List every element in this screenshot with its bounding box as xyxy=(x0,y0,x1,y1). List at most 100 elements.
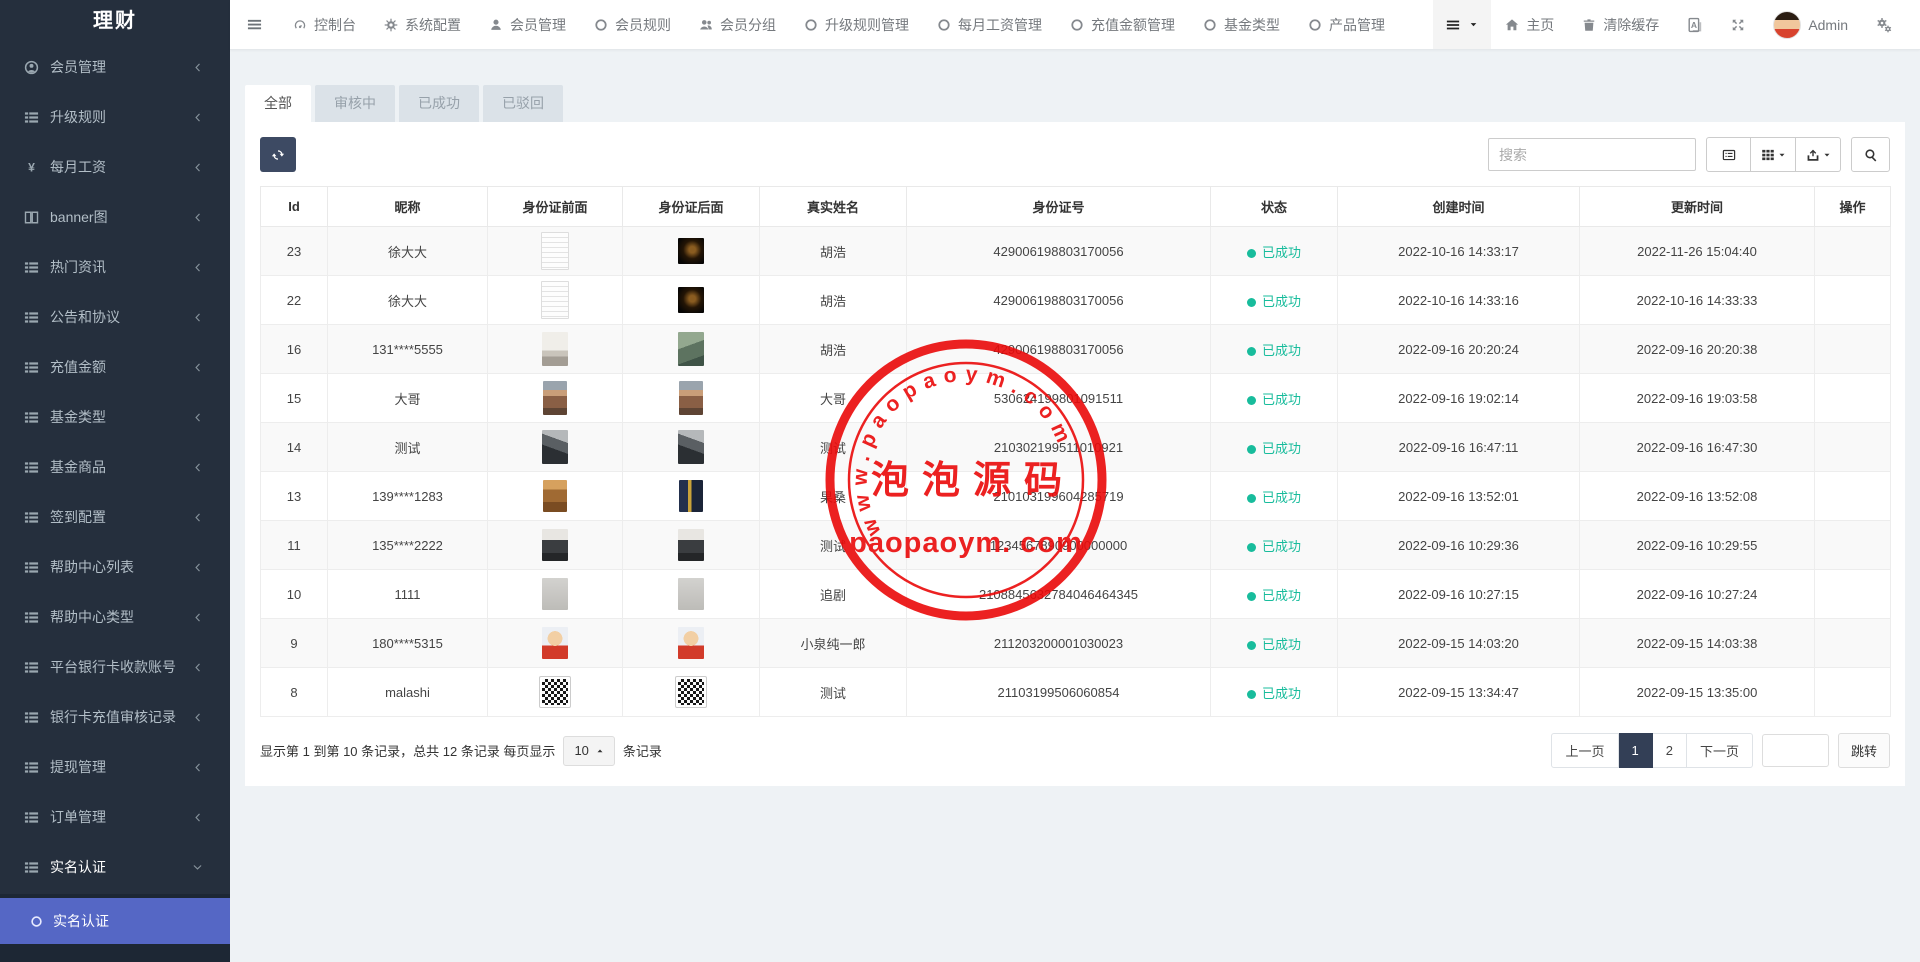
sidebar-item[interactable]: 热门资讯 xyxy=(0,242,230,292)
status-badge: 已成功 xyxy=(1247,392,1301,407)
id-card-back-image[interactable] xyxy=(676,677,706,707)
language-button[interactable] xyxy=(1673,0,1717,49)
prev-page-button[interactable]: 上一页 xyxy=(1551,733,1618,768)
id-card-front-image[interactable] xyxy=(543,381,567,415)
cell-id-card-front xyxy=(488,374,623,423)
id-card-front-image[interactable] xyxy=(543,480,567,512)
cell-id: 9 xyxy=(261,619,328,668)
status-badge: 已成功 xyxy=(1247,490,1301,505)
navbar-menu-item[interactable]: 升级规则管理 xyxy=(790,0,923,49)
sidebar-subitem-active[interactable]: 实名认证 xyxy=(0,898,230,944)
sidebar-item[interactable]: 实名认证 xyxy=(0,842,230,892)
sidebar-item[interactable]: 签到配置 xyxy=(0,492,230,542)
status-dot-icon xyxy=(1247,690,1256,699)
angle-left-icon xyxy=(192,562,203,573)
tab-item[interactable]: 已驳回 xyxy=(483,85,563,122)
id-card-back-image[interactable] xyxy=(678,430,704,464)
language-icon xyxy=(1687,17,1703,33)
id-card-back-image[interactable] xyxy=(678,529,704,561)
page-size-select[interactable]: 10 xyxy=(563,736,614,766)
sidebar-item[interactable]: 银行卡充值审核记录 xyxy=(0,692,230,742)
id-card-back-image[interactable] xyxy=(678,238,704,264)
column-header: 身份证前面 xyxy=(488,187,623,227)
sidebar-item[interactable]: banner图 xyxy=(0,192,230,242)
id-card-front-image[interactable] xyxy=(542,627,568,659)
tab-item[interactable]: 审核中 xyxy=(315,85,395,122)
navbar-menu-item[interactable]: 会员分组 xyxy=(685,0,790,49)
id-card-front-image[interactable] xyxy=(542,332,568,366)
detail-view-button[interactable] xyxy=(1706,137,1751,172)
search-button[interactable] xyxy=(1851,137,1890,172)
sidebar-item[interactable]: 公告和协议 xyxy=(0,292,230,342)
sidebar-item[interactable]: 订单管理 xyxy=(0,792,230,842)
navbar-menu-item[interactable]: 每月工资管理 xyxy=(923,0,1056,49)
export-button[interactable] xyxy=(1796,137,1841,172)
id-card-back-image[interactable] xyxy=(679,381,703,415)
cell-created-at: 2022-09-15 13:34:47 xyxy=(1338,668,1580,717)
clear-cache-button[interactable]: 清除缓存 xyxy=(1568,0,1673,49)
cell-nickname: 1111 xyxy=(328,570,488,619)
columns-toggle-button[interactable] xyxy=(1751,137,1796,172)
circle-icon xyxy=(1203,18,1217,32)
sidebar-item[interactable]: 基金类型 xyxy=(0,392,230,442)
navbar-menu-item[interactable]: 会员管理 xyxy=(475,0,580,49)
sidebar-item[interactable]: 每月工资 xyxy=(0,142,230,192)
id-card-back-image[interactable] xyxy=(678,287,704,313)
cell-nickname: 测试 xyxy=(328,423,488,472)
settings-button[interactable] xyxy=(1862,0,1906,49)
id-card-front-image[interactable] xyxy=(542,529,568,561)
tab-item[interactable]: 已成功 xyxy=(399,85,479,122)
search-input[interactable] xyxy=(1488,138,1696,171)
navbar-menu-label: 升级规则管理 xyxy=(825,15,909,35)
id-card-front-image[interactable] xyxy=(542,430,568,464)
sidebar-item-label: 提现管理 xyxy=(50,757,106,777)
user-menu[interactable]: Admin xyxy=(1759,0,1862,49)
cell-created-at: 2022-09-15 14:03:20 xyxy=(1338,619,1580,668)
export-icon xyxy=(1806,148,1820,162)
sidebar-item[interactable]: 平台银行卡收款账号 xyxy=(0,642,230,692)
cell-id: 11 xyxy=(261,521,328,570)
cell-real-name: 追剧 xyxy=(760,570,907,619)
navbar-menu-item[interactable]: 产品管理 xyxy=(1294,0,1399,49)
id-card-front-image[interactable] xyxy=(541,281,569,319)
status-dot-icon xyxy=(1247,494,1256,503)
id-card-front-image[interactable] xyxy=(542,578,568,610)
page-button[interactable]: 1 xyxy=(1619,733,1653,768)
id-card-back-image[interactable] xyxy=(679,480,703,512)
navbar-menu-item[interactable]: 会员规则 xyxy=(580,0,685,49)
navbar-menu-label: 会员管理 xyxy=(510,15,566,35)
home-link[interactable]: 主页 xyxy=(1491,0,1568,49)
id-card-back-image[interactable] xyxy=(678,332,704,366)
navbar-menu-item[interactable]: 控制台 xyxy=(279,0,370,49)
sidebar-item[interactable]: 充值金额 xyxy=(0,342,230,392)
th-list-icon xyxy=(24,810,39,825)
jump-button[interactable]: 跳转 xyxy=(1838,733,1890,768)
id-card-front-image[interactable] xyxy=(541,232,569,270)
id-card-back-image[interactable] xyxy=(678,627,704,659)
cell-created-at: 2022-09-16 20:20:24 xyxy=(1338,325,1580,374)
navbar-menu-item[interactable]: 系统配置 xyxy=(370,0,475,49)
cell-created-at: 2022-10-16 14:33:17 xyxy=(1338,227,1580,276)
navbar-menu-item[interactable]: 充值金额管理 xyxy=(1056,0,1189,49)
sidebar-toggle-button[interactable] xyxy=(230,0,279,49)
navbar-menu-item[interactable]: 基金类型 xyxy=(1189,0,1294,49)
sidebar-item[interactable]: 会员管理 xyxy=(0,42,230,92)
sidebar-item[interactable]: 帮助中心类型 xyxy=(0,592,230,642)
cell-id-card-front xyxy=(488,472,623,521)
sidebar-item[interactable]: 提现管理 xyxy=(0,742,230,792)
jump-page-input[interactable] xyxy=(1762,734,1829,767)
sidebar-item[interactable]: 基金商品 xyxy=(0,442,230,492)
sidebar-item[interactable]: 升级规则 xyxy=(0,92,230,142)
sidebar-item[interactable]: 帮助中心列表 xyxy=(0,542,230,592)
fullscreen-button[interactable] xyxy=(1717,0,1759,49)
id-card-front-image[interactable] xyxy=(540,677,570,707)
id-card-back-image[interactable] xyxy=(678,578,704,610)
refresh-button[interactable] xyxy=(260,137,296,172)
page-button[interactable]: 2 xyxy=(1653,733,1687,768)
tab-item[interactable]: 全部 xyxy=(245,85,311,122)
topbar-menu-dropdown[interactable] xyxy=(1433,0,1491,49)
cell-id-card-back xyxy=(623,668,760,717)
sidebar-item-label: 实名认证 xyxy=(50,857,106,877)
cell-created-at: 2022-09-16 16:47:11 xyxy=(1338,423,1580,472)
next-page-button[interactable]: 下一页 xyxy=(1687,733,1753,768)
